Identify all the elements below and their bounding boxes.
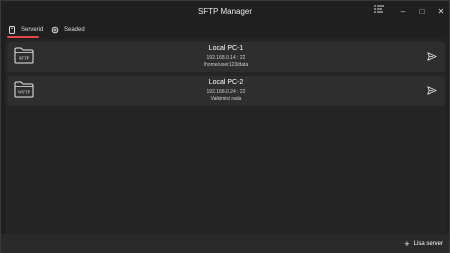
close-button[interactable]: ✕ — [434, 5, 448, 19]
add-server-button[interactable]: + Lisa server — [404, 239, 443, 249]
tab-seaded[interactable]: Seaded — [51, 23, 85, 37]
app-window: SFTP Manager – □ ✕ Serverid Seaded SFTP … — [0, 0, 450, 253]
server-card[interactable]: WFTP Local PC-2 192.168.0.24 : 22 Vaikim… — [7, 76, 445, 106]
server-name: Local PC-2 — [208, 79, 244, 86]
add-server-label: Lisa server — [413, 241, 443, 247]
list-settings-icon[interactable] — [372, 5, 386, 19]
gear-icon — [51, 26, 59, 34]
connect-send-icon[interactable] — [427, 86, 437, 95]
title-bar: SFTP Manager – □ ✕ — [1, 1, 449, 23]
device-icon — [8, 26, 16, 34]
server-name: Local PC-1 — [208, 45, 244, 52]
server-list: SFTP Local PC-1 192.168.0.14 : 22 /home/… — [5, 39, 447, 234]
maximize-button[interactable]: □ — [415, 5, 429, 19]
bottom-command-bar: + Lisa server — [1, 234, 449, 253]
server-path: Vaikimisi rada — [210, 96, 242, 102]
server-card[interactable]: SFTP Local PC-1 192.168.0.14 : 22 /home/… — [7, 42, 445, 72]
server-address: 192.168.0.24 : 22 — [206, 89, 246, 95]
connect-send-icon[interactable] — [427, 52, 437, 61]
tab-label: Seaded — [64, 27, 85, 33]
tab-bar: Serverid Seaded — [1, 23, 449, 37]
server-address: 192.168.0.14 : 22 — [206, 55, 246, 61]
active-tab-indicator — [7, 36, 39, 38]
tab-label: Serverid — [21, 27, 44, 33]
minimize-button[interactable]: – — [396, 5, 410, 19]
server-path: /home/user123/data — [203, 62, 249, 68]
plus-icon: + — [404, 239, 410, 249]
tab-serverid[interactable]: Serverid — [8, 23, 43, 37]
